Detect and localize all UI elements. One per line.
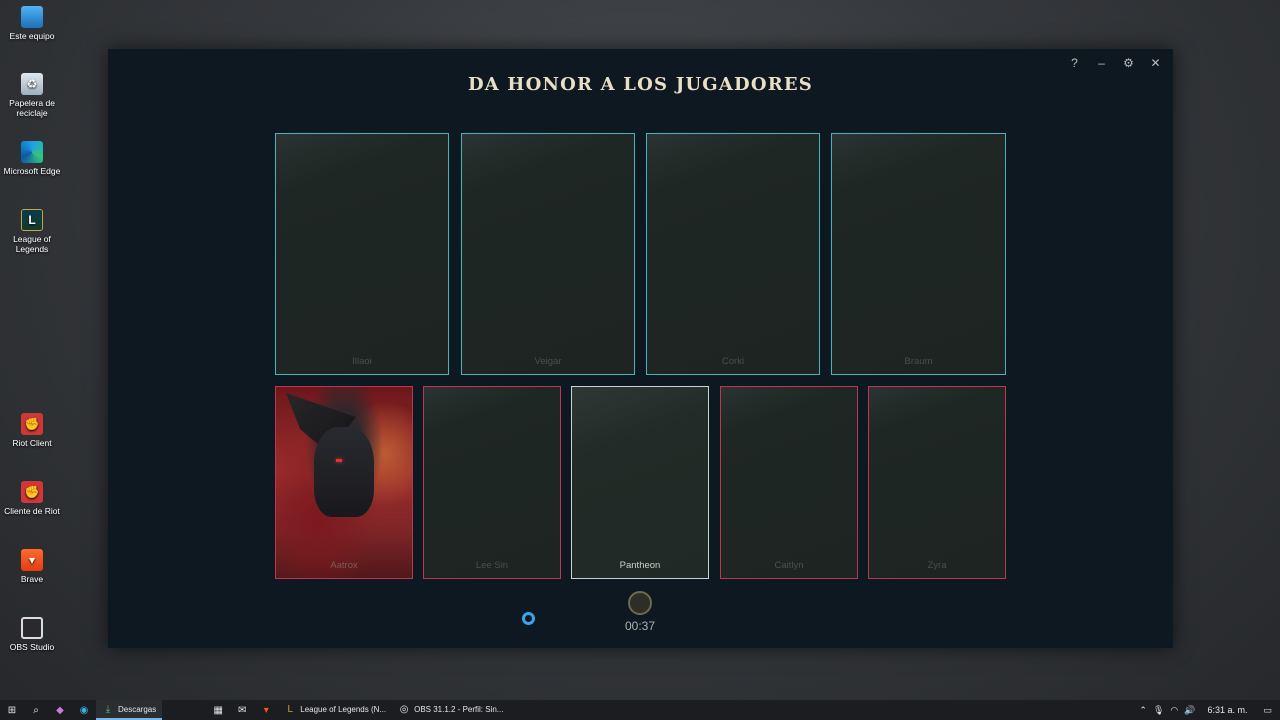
champion-name: Caitlyn: [774, 560, 804, 571]
microphone-icon[interactable]: 🎙: [1153, 705, 1164, 716]
player-card-lee-sin[interactable]: Lee Sin: [423, 386, 561, 579]
page-title: DA HONOR A LOS JUGADORES: [467, 74, 814, 95]
copilot-button[interactable]: ◆: [48, 700, 72, 720]
recycle-bin-icon: ♻: [21, 73, 43, 95]
help-button[interactable]: ?: [1065, 55, 1084, 71]
calculator-icon: ▦: [213, 704, 223, 716]
desktop-icon-label: Brave: [20, 574, 44, 584]
desktop-icon-papelera[interactable]: ♻ Papelera de reciclaje: [0, 73, 64, 118]
copilot-icon: ◆: [56, 704, 64, 716]
edge-icon: ◉: [79, 704, 89, 716]
champion-name: Lee Sin: [475, 560, 509, 571]
champion-name: Pantheon: [619, 560, 661, 571]
riot-client-icon: ✊: [21, 481, 43, 503]
brave-taskbar-button[interactable]: ▾: [254, 700, 278, 720]
search-icon: ⌕: [33, 704, 39, 716]
league-of-legends-icon: L: [21, 209, 43, 231]
edge-taskbar-button[interactable]: ◉: [72, 700, 96, 720]
notification-icon[interactable]: ▭: [1263, 705, 1272, 716]
search-button[interactable]: ⌕: [24, 700, 48, 720]
desktop-icon-edge[interactable]: Microsoft Edge: [0, 141, 64, 176]
brave-icon: ▾: [21, 549, 43, 571]
volume-icon[interactable]: 🔊: [1184, 705, 1195, 716]
ally-card-illaoi[interactable]: Illaoi: [275, 133, 449, 375]
start-button[interactable]: ⊞: [0, 700, 24, 720]
desktop-icon-label: Cliente de Riot: [4, 506, 60, 516]
aatrox-splash-art: [276, 387, 412, 578]
mail-button[interactable]: ✉: [230, 700, 254, 720]
download-icon: ⤓: [105, 703, 111, 715]
ally-card-braum[interactable]: Braum: [831, 133, 1006, 375]
system-tray: ⌃ 🎙 ◠ 🔊 6:31 a. m. ▭: [1139, 700, 1280, 720]
desktop-icon-obs[interactable]: OBS Studio: [0, 617, 64, 652]
league-client-window: ? – ⚙ ✕ DA HONOR A LOS JUGADORES Illaoi …: [108, 49, 1173, 648]
champion-name: Veigar: [534, 356, 562, 367]
desktop-icon-label: Riot Client: [12, 438, 52, 448]
timer-ring-icon: [628, 591, 652, 615]
desktop-icon-cliente-riot[interactable]: ✊ Cliente de Riot: [0, 481, 64, 516]
settings-button[interactable]: ⚙: [1119, 55, 1138, 71]
computer-icon: [21, 6, 43, 28]
file-explorer-button[interactable]: ▦: [206, 700, 230, 720]
desktop-icon-label: Papelera de reciclaje: [9, 98, 55, 118]
desktop-icon-label: League of Legends: [13, 234, 51, 254]
champion-name: Corki: [721, 356, 745, 367]
riot-client-icon: ✊: [21, 413, 43, 435]
minimize-button[interactable]: –: [1092, 55, 1111, 71]
close-button[interactable]: ✕: [1146, 55, 1165, 71]
taskbar-app-label: Descargas: [118, 704, 157, 714]
desktop-icon-este-equipo[interactable]: Este equipo: [0, 6, 64, 41]
taskbar-app-label: OBS 31.1.2 - Perfil: Sin...: [414, 704, 504, 714]
champion-name: Aatrox: [330, 560, 358, 571]
chevron-up-icon[interactable]: ⌃: [1139, 705, 1147, 716]
loading-spinner-icon: [522, 612, 535, 625]
desktop-icon-league[interactable]: L League of Legends: [0, 209, 64, 254]
mail-icon: ✉: [238, 704, 247, 716]
clock[interactable]: 6:31 a. m.: [1207, 705, 1247, 715]
champion-name: Braum: [904, 356, 933, 367]
champion-name: Zyra: [927, 560, 947, 571]
player-card-zyra[interactable]: Zyra: [868, 386, 1006, 579]
desktop-icon-label: Microsoft Edge: [3, 166, 61, 176]
obs-icon: ◎: [399, 703, 409, 715]
player-card-pantheon[interactable]: Pantheon: [571, 386, 709, 579]
ally-card-veigar[interactable]: Veigar: [461, 133, 635, 375]
desktop-icon-brave[interactable]: ▾ Brave: [0, 549, 64, 584]
champion-name: Illaoi: [352, 356, 372, 367]
taskbar-app-league[interactable]: L League of Legends (N...: [278, 700, 392, 720]
desktop-icon-riot-client[interactable]: ✊ Riot Client: [0, 413, 64, 448]
taskbar-app-obs[interactable]: ◎ OBS 31.1.2 - Perfil: Sin...: [392, 700, 509, 720]
taskbar-app-descargas[interactable]: ⤓ Descargas: [96, 700, 163, 720]
wifi-icon[interactable]: ◠: [1170, 705, 1178, 716]
brave-icon: ▾: [263, 704, 269, 716]
taskbar: ⊞ ⌕ ◆ ◉ ⤓ Descargas ▦ ✉ ▾ L League of Le…: [0, 700, 1280, 720]
taskbar-app-label: League of Legends (N...: [300, 704, 387, 714]
league-of-legends-icon: L: [287, 703, 294, 715]
obs-icon: [21, 617, 43, 639]
edge-icon: [21, 141, 43, 163]
player-card-aatrox[interactable]: Aatrox: [275, 386, 413, 579]
player-card-caitlyn[interactable]: Caitlyn: [720, 386, 858, 579]
window-controls: ? – ⚙ ✕: [1065, 55, 1165, 71]
ally-card-corki[interactable]: Corki: [646, 133, 820, 375]
countdown-timer: 00:37: [624, 619, 656, 633]
desktop-icon-label: Este equipo: [9, 31, 55, 41]
desktop-icon-label: OBS Studio: [9, 642, 55, 652]
windows-start-icon: ⊞: [7, 704, 17, 716]
